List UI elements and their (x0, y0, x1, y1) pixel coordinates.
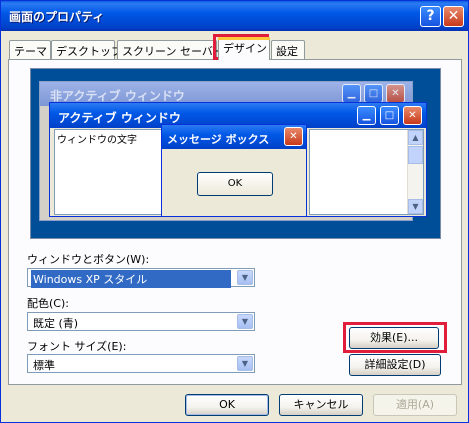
scroll-thumb (408, 146, 423, 164)
cancel-button[interactable]: キャンセル (279, 394, 363, 416)
scroll-down-icon: ▼ (408, 199, 423, 214)
effects-button[interactable]: 効果(E)... (349, 327, 439, 349)
close-icon: ✕ (284, 127, 303, 146)
tab-themes[interactable]: テーマ (9, 40, 51, 59)
maximize-icon: □ (364, 84, 383, 103)
color-scheme-value: 既定 (青) (33, 317, 79, 330)
display-properties-dialog: 画面のプロパティ ? ✕ テーマ デスクトップ スクリーン セーバー デザイン … (0, 0, 469, 423)
preview-message-box: メッセージ ボックス ✕ OK (161, 124, 307, 217)
scroll-up-icon: ▲ (408, 130, 423, 145)
minimize-icon: ▁ (342, 84, 361, 103)
help-button[interactable]: ? (420, 6, 441, 27)
tab-settings[interactable]: 設定 (271, 40, 305, 59)
maximize-icon: □ (380, 106, 399, 125)
tab-label: デスクトップ (56, 45, 122, 58)
tab-desktop[interactable]: デスクトップ (51, 40, 122, 59)
font-size-label: フォント サイズ(E): (27, 340, 127, 353)
chevron-down-icon[interactable]: ▼ (237, 270, 253, 285)
color-scheme-label: 配色(C): (27, 297, 69, 310)
tab-label: スクリーン セーバー (122, 45, 224, 58)
message-box-title: メッセージ ボックス (167, 133, 270, 146)
tab-screensaver[interactable]: スクリーン セーバー (117, 40, 224, 59)
ok-button[interactable]: OK (185, 394, 269, 416)
tab-appearance[interactable]: デザイン (218, 37, 270, 60)
style-label: ウィンドウとボタン(W): (27, 253, 150, 266)
window-text: ウィンドウの文字 (57, 135, 137, 146)
preview-scrollbar: ▲ ▼ (407, 130, 423, 214)
close-button[interactable]: ✕ (443, 6, 464, 27)
tab-highlight (218, 37, 270, 40)
windows-buttons-style-select[interactable]: Windows XP スタイル ▼ (27, 268, 255, 288)
font-size-select[interactable]: 標準 ▼ (27, 354, 255, 373)
window-title: 画面のプロパティ (9, 10, 105, 24)
chevron-down-icon[interactable]: ▼ (237, 314, 253, 329)
font-size-value: 標準 (33, 359, 55, 372)
style-value: Windows XP スタイル (31, 270, 231, 288)
minimize-icon: ▁ (357, 106, 376, 125)
tab-label: デザイン (223, 42, 267, 55)
message-box-title-bar: メッセージ ボックス ✕ (162, 125, 306, 149)
window-text-area: ウィンドウの文字 (54, 129, 169, 215)
advanced-button[interactable]: 詳細設定(D) (349, 354, 441, 376)
close-icon: ✕ (403, 106, 422, 125)
close-icon: ✕ (386, 84, 405, 103)
title-bar[interactable]: 画面のプロパティ ? ✕ (1, 1, 468, 31)
color-scheme-select[interactable]: 既定 (青) ▼ (27, 312, 255, 331)
apply-button[interactable]: 適用(A) (373, 394, 457, 416)
chevron-down-icon[interactable]: ▼ (237, 356, 253, 371)
message-box-ok-button: OK (197, 172, 273, 196)
tab-label: テーマ (14, 45, 47, 58)
tab-label: 設定 (276, 45, 298, 58)
window-text-area-right: ▲ ▼ (309, 129, 424, 215)
